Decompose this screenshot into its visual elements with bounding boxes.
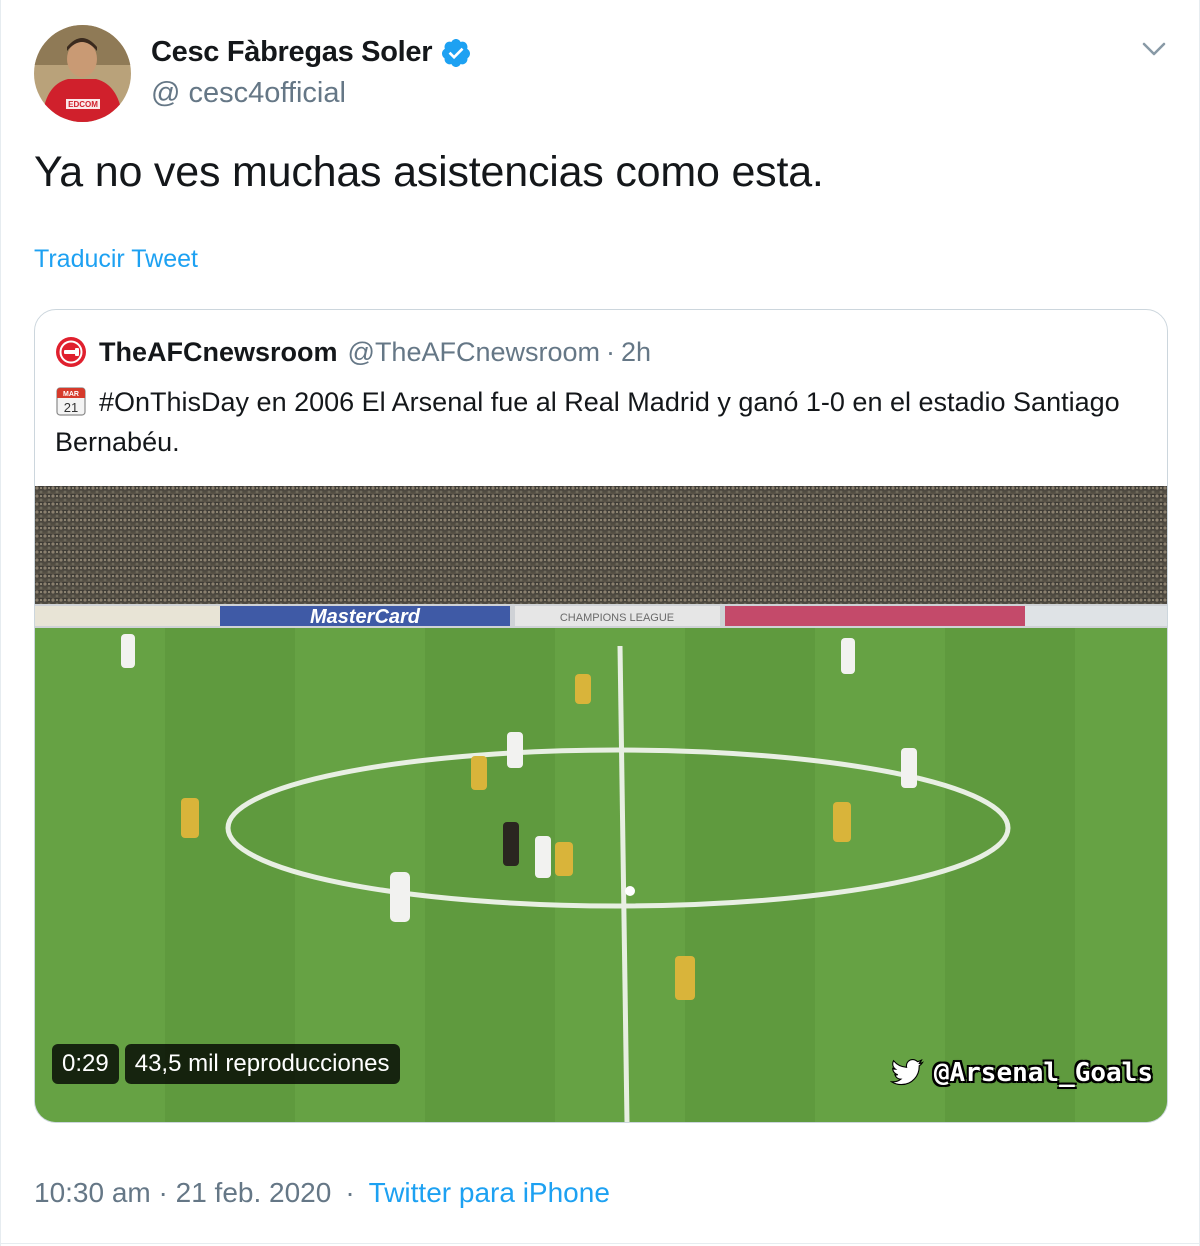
twitter-bird-icon [889,1059,924,1086]
author-handle[interactable]: @ cesc4official [151,77,346,110]
quoted-text-block: MAR 21 #OnThisDay en 2006 El Arsenal fue… [55,382,1135,462]
tweet-timestamp[interactable]: 10:30 am · 21 feb. 2020 [34,1177,331,1209]
verified-badge-icon [442,38,471,67]
author-avatar[interactable]: EDCOM [34,25,131,122]
avatar-image: EDCOM [34,25,131,122]
video-views: 43,5 mil reproducciones [124,1044,400,1084]
chevron-down-icon[interactable] [1141,38,1167,60]
divider [1,1243,1200,1244]
author-display-name[interactable]: Cesc Fàbregas Soler [151,36,433,69]
meta-separator: · [345,1177,355,1208]
calendar-day: 21 [64,400,78,415]
quoted-header: TheAFCnewsroom @TheAFCnewsroom · 2h [55,336,651,368]
video-badges: 0:29 43,5 mil reproducciones [52,1044,400,1084]
quoted-separator: · [606,336,616,367]
quoted-avatar-icon[interactable] [55,336,87,368]
calendar-month: MAR [63,391,79,398]
author-name-row: Cesc Fàbregas Soler [151,36,472,69]
translate-tweet-link[interactable]: Traducir Tweet [34,245,198,274]
video-frame: MasterCard CHAMPIONS LEAGUE [35,486,1167,1122]
quoted-time[interactable]: 2h [621,337,651,368]
avatar-jersey-text: EDCOM [68,100,98,109]
ad-board-mastercard: MasterCard [310,606,421,628]
quoted-text: #OnThisDay en 2006 El Arsenal fue al Rea… [55,387,1120,457]
tweet-text: Ya no ves muchas asistencias como esta. [34,148,824,196]
quoted-tweet[interactable]: TheAFCnewsroom @TheAFCnewsroom · 2h MAR … [34,309,1168,1123]
quoted-handle[interactable]: @TheAFCnewsroom [348,337,600,368]
tweet-meta: 10:30 am · 21 feb. 2020 · Twitter para i… [34,1177,610,1209]
ad-board-champions: CHAMPIONS LEAGUE [560,612,674,624]
quoted-display-name[interactable]: TheAFCnewsroom [99,337,338,368]
tweet-card: EDCOM Cesc Fàbregas Soler @ cesc4officia… [0,0,1200,1246]
video-player[interactable]: MasterCard CHAMPIONS LEAGUE 0:29 43,5 mi… [35,486,1167,1122]
tweet-source-link[interactable]: Twitter para iPhone [369,1177,610,1209]
video-duration: 0:29 [52,1044,119,1084]
calendar-emoji-icon: MAR 21 [56,387,86,416]
video-watermark: @Arsenal_Goals [889,1058,1153,1088]
video-watermark-text: @Arsenal_Goals [933,1058,1153,1088]
